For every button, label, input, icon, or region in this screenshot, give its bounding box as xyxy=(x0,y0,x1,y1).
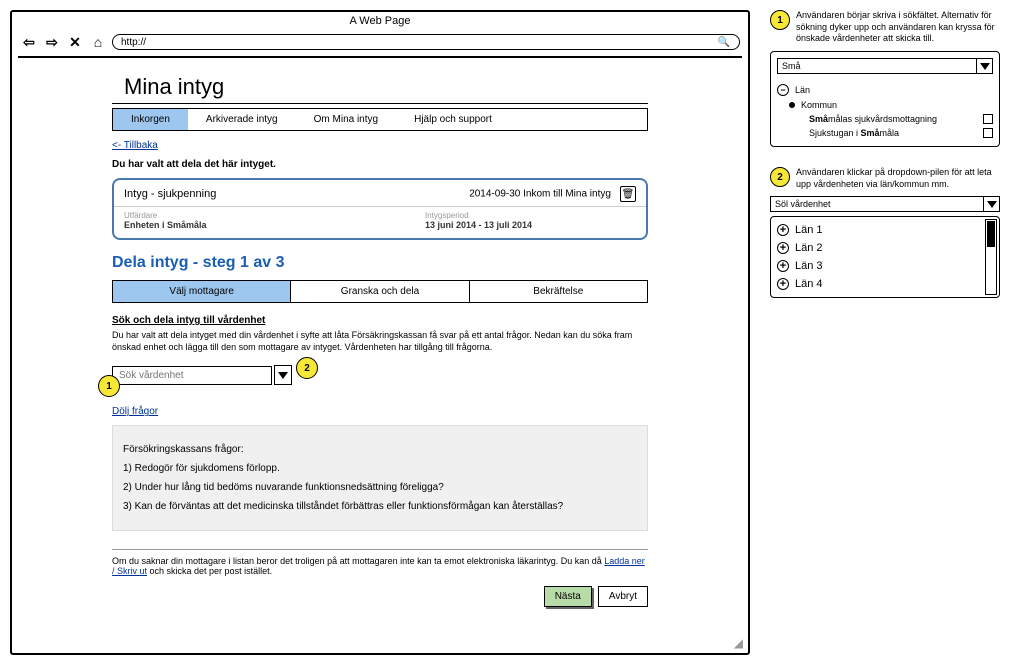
plus-icon: + xyxy=(777,260,789,272)
page-title: Mina intyg xyxy=(112,68,648,104)
search-desc: Du har valt att dela intyget med din vår… xyxy=(112,330,648,353)
tree-kommun[interactable]: Kommun xyxy=(777,98,993,112)
period-value: 13 juni 2014 - 13 juli 2014 xyxy=(425,220,636,230)
questions-title: Försökringskassans frågor: xyxy=(123,444,637,455)
cancel-button[interactable]: Avbryt xyxy=(598,586,648,607)
step-2[interactable]: Granska och dela xyxy=(291,281,469,302)
tab-arkiverade[interactable]: Arkiverade intyg xyxy=(188,109,296,130)
anno-2-badge: 2 xyxy=(770,167,790,187)
dot-icon xyxy=(789,102,795,108)
tree-item-2[interactable]: Sjukstugan i Småmåla xyxy=(777,126,993,140)
resize-handle[interactable]: ◢ xyxy=(734,636,743,650)
question-3: 3) Kan de förväntas att det medicinska t… xyxy=(123,501,637,512)
tree-item-1[interactable]: Småmålas sjukvårdsmottagning xyxy=(777,112,993,126)
dropdown-arrow[interactable] xyxy=(274,365,292,385)
anno-2-text: Användaren klickar på dropdown-pilen för… xyxy=(796,167,1000,190)
anno1-search-input[interactable]: Små xyxy=(777,58,977,74)
trash-icon[interactable]: 🗑 xyxy=(620,186,636,202)
scroll-thumb[interactable] xyxy=(987,221,995,247)
next-button[interactable]: Nästa xyxy=(544,586,592,607)
search-title: Sök och dela intyg till vårdenhet xyxy=(112,315,648,326)
back-icon[interactable]: ⇦ xyxy=(20,34,38,50)
url-text: http:// xyxy=(121,37,146,48)
stop-icon[interactable]: ✕ xyxy=(66,34,84,50)
annotation-2-block: 2 Användaren klickar på dropdown-pilen f… xyxy=(770,167,1000,298)
hide-questions-link[interactable]: Dölj frågor xyxy=(112,406,158,417)
home-icon[interactable]: ⌂ xyxy=(89,34,107,50)
plus-icon: + xyxy=(777,278,789,290)
back-link[interactable]: <- Tillbaka xyxy=(112,140,158,151)
annotation-1-block: 1 Användaren börjar skriva i sökfältet. … xyxy=(770,10,1000,147)
list-item[interactable]: + Län 4 xyxy=(775,275,981,293)
url-bar[interactable]: http:// 🔍 xyxy=(112,34,740,50)
minus-icon: − xyxy=(777,84,789,96)
anno-1-text: Användaren börjar skriva i sökfältet. Al… xyxy=(796,10,1000,45)
anno2-search-input[interactable]: Söl vårdenhet xyxy=(770,196,984,212)
checkbox-2[interactable] xyxy=(983,128,993,138)
callout-1: 1 xyxy=(98,375,120,397)
main-tabs: Inkorgen Arkiverade intyg Om Mina intyg … xyxy=(112,108,648,131)
plus-icon: + xyxy=(777,242,789,254)
list-item[interactable]: + Län 2 xyxy=(775,239,981,257)
checkbox-1[interactable] xyxy=(983,114,993,124)
tab-hjalp[interactable]: Hjälp och support xyxy=(396,109,510,130)
browser-toolbar: ⇦ ⇨ ✕ ⌂ http:// 🔍 xyxy=(12,30,748,54)
anno2-list: + Län 1 + Län 2 + Län 3 + Län 4 xyxy=(770,216,1000,298)
anno1-dropdown-arrow[interactable] xyxy=(977,58,993,74)
anno2-dropdown-arrow[interactable] xyxy=(984,196,1000,212)
browser-window: A Web Page ⇦ ⇨ ✕ ⌂ http:// 🔍 Mina intyg … xyxy=(10,10,750,655)
anno-1-badge: 1 xyxy=(770,10,790,30)
issuer-value: Enheten i Småmåla xyxy=(124,220,335,230)
question-2: 2) Under hur lång tid bedöms nuvarande f… xyxy=(123,482,637,493)
search-icon[interactable]: 🔍 xyxy=(717,37,731,48)
anno-1-panel: Små − Län Kommun Småmålas sjukvårdsmotta… xyxy=(770,51,1000,147)
list-item[interactable]: + Län 3 xyxy=(775,257,981,275)
tab-inkorgen[interactable]: Inkorgen xyxy=(113,109,188,130)
scrollbar[interactable] xyxy=(985,219,997,295)
period-label: Intygsperiod xyxy=(425,211,636,220)
search-input[interactable] xyxy=(112,366,272,385)
question-1: 1) Redogör för sjukdomens förlopp. xyxy=(123,463,637,474)
tab-om[interactable]: Om Mina intyg xyxy=(296,109,396,130)
footer-text: Om du saknar din mottagare i listan bero… xyxy=(112,556,648,576)
step-1[interactable]: Välj mottagare xyxy=(113,281,291,302)
plus-icon: + xyxy=(777,224,789,236)
intro-text: Du har valt att dela det här intyget. xyxy=(112,159,648,170)
step-3[interactable]: Bekräftelse xyxy=(470,281,647,302)
tree-lan[interactable]: − Län xyxy=(777,82,993,98)
browser-title: A Web Page xyxy=(12,12,748,30)
list-item[interactable]: + Län 1 xyxy=(775,221,981,239)
questions-box: Försökringskassans frågor: 1) Redogör fö… xyxy=(112,425,648,531)
cert-title: Intyg - sjukpenning xyxy=(124,188,216,200)
issuer-label: Utfärdare xyxy=(124,211,335,220)
forward-icon[interactable]: ⇨ xyxy=(43,34,61,50)
steps-bar: Välj mottagare Granska och dela Bekräfte… xyxy=(112,280,648,303)
cert-date: 2014-09-30 Inkom till Mina intyg xyxy=(469,189,611,200)
cert-box: Intyg - sjukpenning 2014-09-30 Inkom til… xyxy=(112,178,648,240)
callout-2: 2 xyxy=(296,357,318,379)
step-title: Dela intyg - steg 1 av 3 xyxy=(112,254,648,272)
